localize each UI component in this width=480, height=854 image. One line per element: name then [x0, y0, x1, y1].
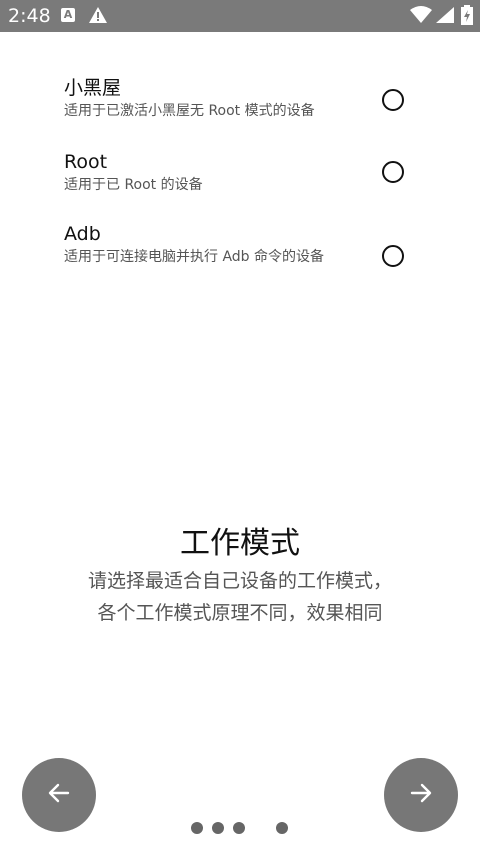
- option-description: 适用于可连接电脑并执行 Adb 命令的设备: [64, 249, 325, 265]
- option-title: Root: [64, 151, 108, 173]
- option-title: Adb: [64, 223, 101, 245]
- description-line-2: 各个工作模式原理不同，效果相同: [97, 602, 383, 624]
- page-dot-current: [276, 822, 288, 834]
- page-title: 工作模式: [180, 526, 300, 561]
- previous-button[interactable]: [22, 758, 96, 832]
- radio-root[interactable]: [382, 161, 404, 183]
- page-indicator: [0, 822, 480, 834]
- warning-icon: [88, 6, 108, 28]
- radio-xiaoheiwu[interactable]: [382, 89, 404, 111]
- status-time: 2:48: [8, 5, 51, 27]
- page-dot: [233, 822, 245, 834]
- a-app-icon: A: [61, 8, 75, 22]
- page-dot: [191, 822, 203, 834]
- battery-charging-icon: [461, 5, 473, 29]
- option-xiaoheiwu[interactable]: 小黑屋 适用于已激活小黑屋无 Root 模式的设备: [64, 76, 424, 122]
- next-button[interactable]: [384, 758, 458, 832]
- arrow-left-icon: [46, 780, 72, 810]
- status-bar: 2:48 A: [0, 0, 480, 32]
- option-description: 适用于已激活小黑屋无 Root 模式的设备: [64, 103, 315, 119]
- option-root[interactable]: Root 适用于已 Root 的设备: [64, 150, 424, 196]
- page-description: 请选择最适合自己设备的工作模式， 各个工作模式原理不同，效果相同: [0, 565, 480, 629]
- work-mode-page: 小黑屋 适用于已激活小黑屋无 Root 模式的设备 Root 适用于已 Root…: [0, 32, 480, 854]
- arrow-right-icon: [408, 780, 434, 810]
- radio-adb[interactable]: [382, 245, 404, 267]
- description-line-1: 请选择最适合自己设备的工作模式，: [87, 570, 392, 592]
- page-dot: [212, 822, 224, 834]
- option-adb[interactable]: Adb 适用于可连接电脑并执行 Adb 命令的设备: [64, 222, 424, 268]
- signal-icon: [435, 6, 455, 28]
- option-description: 适用于已 Root 的设备: [64, 177, 203, 193]
- wifi-icon: [410, 6, 432, 28]
- option-title: 小黑屋: [64, 77, 122, 99]
